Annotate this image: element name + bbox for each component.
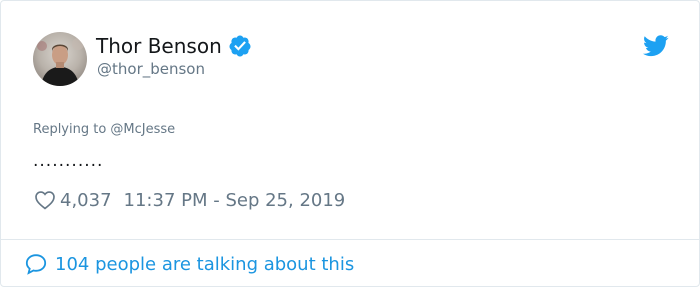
tweet-meta: 4,037 11:37 PM - Sep 25, 2019 — [34, 187, 345, 213]
heart-icon[interactable] — [34, 189, 56, 211]
avatar[interactable] — [33, 32, 87, 86]
tweet-timestamp[interactable]: 11:37 PM - Sep 25, 2019 — [124, 190, 346, 211]
author-display-name[interactable]: Thor Benson — [96, 32, 222, 60]
talking-about-this-text[interactable]: 104 people are talking about this — [55, 254, 354, 275]
twitter-bird-icon[interactable] — [643, 35, 669, 57]
user-avatar-photo-icon — [33, 32, 87, 86]
author-name-row: Thor Benson — [96, 32, 252, 60]
author-handle[interactable]: @thor_benson — [97, 59, 205, 79]
replying-to-label[interactable]: Replying to @McJesse — [33, 121, 175, 139]
talking-about-this-link[interactable]: 104 people are talking about this — [24, 250, 354, 278]
tweet-card: Thor Benson @thor_benson Replying to @Mc… — [0, 0, 700, 287]
footer-divider — [1, 239, 699, 240]
comment-bubble-icon — [25, 254, 47, 275]
verified-badge-icon — [229, 35, 251, 57]
like-count[interactable]: 4,037 — [60, 190, 112, 211]
tweet-text: ........... — [33, 151, 104, 171]
